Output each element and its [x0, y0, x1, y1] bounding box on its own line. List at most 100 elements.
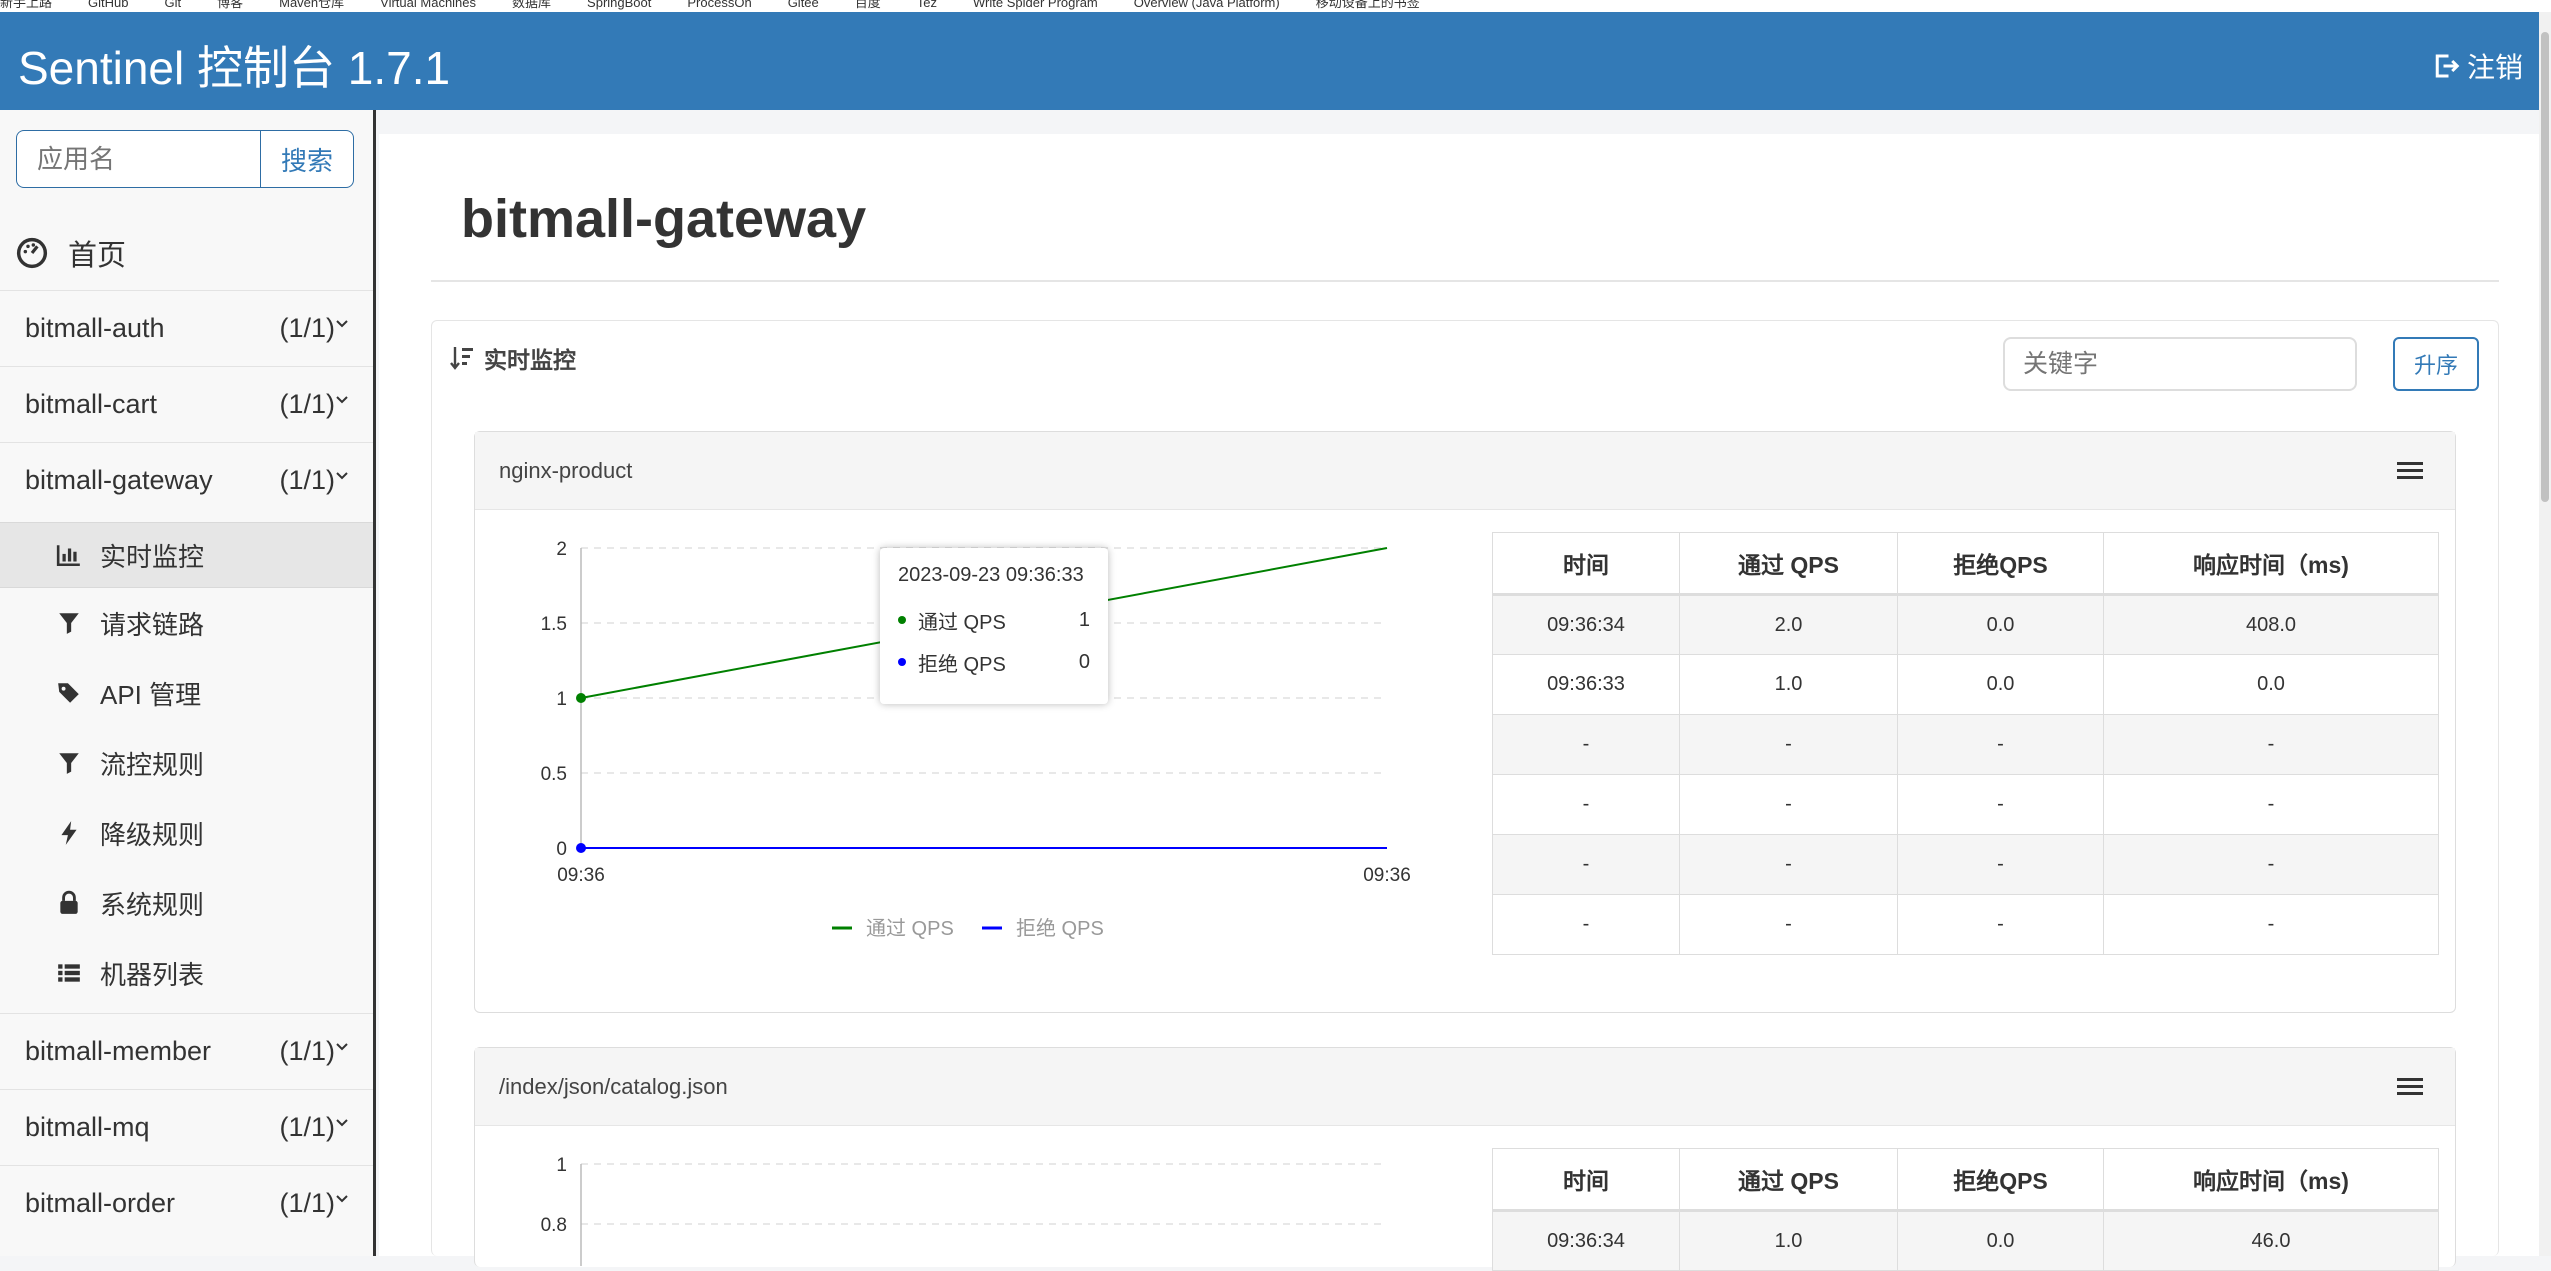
sort-order-button[interactable]: 升序 [2393, 337, 2479, 391]
table-cell: 0.0 [1897, 654, 2104, 715]
app-instance-count: (1/1) [279, 1188, 335, 1218]
sign-out-icon [2435, 54, 2460, 78]
bookmark-item[interactable]: Tez [917, 0, 937, 10]
sidebar-item-flow-rules[interactable]: 流控规则 [0, 730, 373, 796]
sidebar-item-degrade-rules[interactable]: 降级规则 [0, 800, 373, 866]
legend-label: 通过 QPS [866, 917, 954, 940]
table-cell: - [1897, 714, 2104, 775]
sidebar-item-request-chain[interactable]: 请求链路 [0, 590, 373, 656]
list-icon [58, 964, 80, 982]
sidebar-app-bitmall-auth[interactable]: bitmall-auth (1/1) [0, 290, 373, 366]
tags-icon [58, 683, 79, 703]
menu-icon[interactable] [2397, 1076, 2423, 1098]
main-area: bitmall-gateway 实时监控 升序 nginx-product [379, 110, 2539, 1271]
bookmark-item[interactable]: Virtual Machines [380, 0, 476, 10]
table-row: 09:36:33 1.0 0.0 0.0 [1492, 654, 2439, 715]
bookmark-item[interactable]: GitHub [88, 0, 128, 10]
bookmark-item[interactable]: Overview (Java Platform) [1134, 0, 1280, 10]
column-header[interactable]: 拒绝QPS [1897, 1148, 2104, 1212]
bookmark-item[interactable]: Git [164, 0, 181, 10]
table-row: 09:36:34 2.0 0.0 408.0 [1492, 594, 2439, 655]
bookmark-item[interactable]: 移动设备上的书签 [1316, 0, 1420, 10]
series-point-0 [576, 693, 586, 703]
lock-icon [60, 890, 78, 914]
bookmark-item[interactable]: 百度 [855, 0, 881, 10]
sidebar: 搜索 首页 bitmall-auth (1/1) bitmall-cart (1… [0, 110, 376, 1256]
bookmark-item[interactable]: Maven仓库 [279, 0, 344, 10]
sidebar-item-system-rules[interactable]: 系统规则 [0, 870, 373, 936]
scrollbar-thumb[interactable] [2541, 32, 2549, 502]
table-cell: 2.0 [1679, 594, 1898, 655]
app-search-button[interactable]: 搜索 [260, 130, 354, 188]
table-cell: - [2103, 714, 2439, 775]
chevron-down-icon [336, 1043, 348, 1051]
bookmark-item[interactable]: Gitee [788, 0, 819, 10]
chart-tooltip: 2023-09-23 09:36:33 通过 QPS 1 拒绝 QPS 0 [880, 548, 1108, 704]
bookmark-item[interactable]: SpringBoot [587, 0, 651, 10]
sidebar-item-api-management[interactable]: API 管理 [0, 660, 373, 726]
table-row: ---- [1492, 774, 2439, 835]
tooltip-block-value: 0 [1078, 650, 1090, 673]
sidebar-app-bitmall-order[interactable]: bitmall-order (1/1) [0, 1165, 373, 1241]
tooltip-time: 2023-09-23 09:36:33 [898, 564, 1084, 586]
dashboard-icon [16, 237, 48, 269]
column-header[interactable]: 通过 QPS [1679, 532, 1898, 596]
app-search: 搜索 [16, 130, 354, 188]
sidebar-app-bitmall-cart[interactable]: bitmall-cart (1/1) [0, 366, 373, 442]
logout-button[interactable]: 注销 [2431, 46, 2523, 86]
bookmark-item[interactable]: 博客 [217, 0, 243, 10]
bookmark-item[interactable]: Write Spider Program [973, 0, 1098, 10]
app-name: bitmall-mq [25, 1112, 150, 1142]
app-name: bitmall-auth [25, 313, 165, 343]
table-cell: 1.0 [1679, 1210, 1898, 1271]
home-label: 首页 [68, 240, 127, 272]
column-header[interactable]: 时间 [1492, 532, 1680, 596]
sidebar-app-bitmall-member[interactable]: bitmall-member (1/1) [0, 1013, 373, 1089]
keyword-search-input[interactable] [2003, 337, 2357, 391]
sidebar-app-bitmall-gateway[interactable]: bitmall-gateway (1/1) [0, 442, 373, 518]
qps-line-chart: 0.81 [541, 1155, 1387, 1266]
table-cell: - [1492, 774, 1680, 835]
panel-title: 实时监控 [484, 347, 576, 373]
sidebar-item-label: 系统规则 [100, 889, 205, 920]
sidebar-app-bitmall-mq[interactable]: bitmall-mq (1/1) [0, 1089, 373, 1165]
app-title[interactable]: Sentinel 控制台 1.7.1 [18, 32, 450, 98]
tooltip-block-row: 拒绝 QPS 0 [898, 641, 1090, 683]
bookmark-item[interactable]: 数据库 [512, 0, 551, 10]
table-cell: - [1492, 714, 1680, 775]
sort-amount-icon [450, 347, 473, 370]
y-tick-label: 1 [556, 689, 567, 710]
app-instance-count: (1/1) [279, 389, 335, 419]
table-cell: 1.0 [1679, 654, 1898, 715]
resource-card-header: /index/json/catalog.json [475, 1048, 2455, 1126]
app-search-input[interactable] [16, 130, 260, 188]
tooltip-block-label: 拒绝 QPS [918, 653, 1006, 676]
table-header-row: 时间 通过 QPS 拒绝QPS 响应时间（ms) [1492, 1148, 2439, 1212]
table-cell: - [1679, 714, 1898, 775]
column-header[interactable]: 通过 QPS [1679, 1148, 1898, 1212]
bookmark-item[interactable]: ProcessOn [687, 0, 751, 10]
sidebar-item-home[interactable]: 首页 [16, 228, 126, 278]
sidebar-item-label: 请求链路 [100, 609, 205, 640]
x-tick-label: 09:36 [1363, 865, 1411, 886]
sidebar-item-label: API 管理 [100, 679, 202, 710]
column-header[interactable]: 响应时间（ms) [2103, 532, 2439, 596]
column-header[interactable]: 响应时间（ms) [2103, 1148, 2439, 1212]
column-header[interactable]: 拒绝QPS [1897, 532, 2104, 596]
menu-icon[interactable] [2397, 460, 2423, 482]
content-pane: bitmall-gateway 实时监控 升序 nginx-product [379, 134, 2539, 1271]
filter-icon [59, 753, 79, 774]
table-cell: 0.0 [1897, 1210, 2104, 1271]
table-row: ---- [1492, 834, 2439, 895]
sidebar-item-machine-list[interactable]: 机器列表 [0, 940, 373, 1006]
bookmark-item[interactable]: 新手上路 [0, 0, 52, 10]
resource-name: /index/json/catalog.json [499, 1073, 728, 1099]
resource-name: nginx-product [499, 457, 633, 483]
sidebar-item-realtime-monitor[interactable]: 实时监控 [0, 522, 373, 588]
chevron-down-icon [336, 1195, 348, 1203]
page-scrollbar[interactable] [2539, 12, 2551, 1256]
table-cell: 09:36:34 [1492, 1210, 1680, 1271]
column-header[interactable]: 时间 [1492, 1148, 1680, 1212]
table-cell: 09:36:34 [1492, 594, 1680, 655]
table-cell: - [1897, 834, 2104, 895]
